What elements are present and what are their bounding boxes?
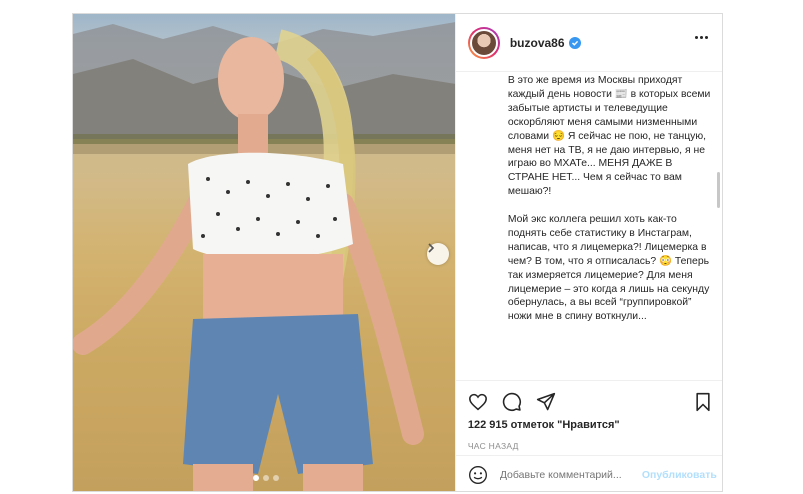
caption-paragraph: Мой экс коллега решил хоть как-то поднят… (507, 214, 710, 323)
comment-input[interactable] (499, 468, 640, 481)
caption-scroll-area[interactable]: В это же время из Москвы приходят каждый… (456, 72, 722, 380)
username-link[interactable]: buzova86 (510, 36, 565, 50)
carousel-indicator (253, 475, 279, 481)
chevron-right-icon (428, 243, 435, 253)
avatar[interactable] (467, 26, 500, 59)
more-options-icon[interactable] (695, 36, 708, 39)
photo-illustration (73, 22, 455, 491)
likes-count[interactable]: 122 915 отметок "Нравится" (456, 419, 722, 431)
carousel-next-button[interactable] (427, 243, 449, 265)
caption-text: В это же время из Москвы приходят каждый… (456, 72, 722, 324)
publish-button[interactable]: Опубликовать (642, 469, 717, 481)
caption-paragraph: В это же время из Москвы приходят каждый… (507, 75, 711, 198)
paper-plane-icon[interactable] (536, 392, 556, 412)
carousel-dot (253, 475, 259, 481)
action-icons-row (456, 387, 722, 417)
comment-form: Опубликовать (455, 455, 722, 491)
post-details-panel: buzova86 В это же время из Москвы приход… (454, 14, 722, 491)
heart-icon[interactable] (468, 393, 488, 411)
post-header: buzova86 (455, 14, 722, 72)
verified-badge-icon (568, 36, 581, 49)
avatar-image (469, 28, 498, 57)
carousel-dot (273, 475, 279, 481)
carousel-dot (263, 475, 269, 481)
smiley-icon[interactable] (468, 465, 488, 485)
caption-scrollbar[interactable] (716, 172, 720, 208)
post-timestamp[interactable]: ЧАС НАЗАД (456, 441, 722, 451)
post-photo[interactable] (73, 14, 455, 491)
post-modal: buzova86 В это же время из Москвы приход… (72, 13, 723, 492)
comment-icon[interactable] (502, 392, 522, 412)
post-actions: 122 915 отметок "Нравится" ЧАС НАЗАД (455, 380, 722, 451)
bookmark-icon[interactable] (694, 392, 712, 412)
